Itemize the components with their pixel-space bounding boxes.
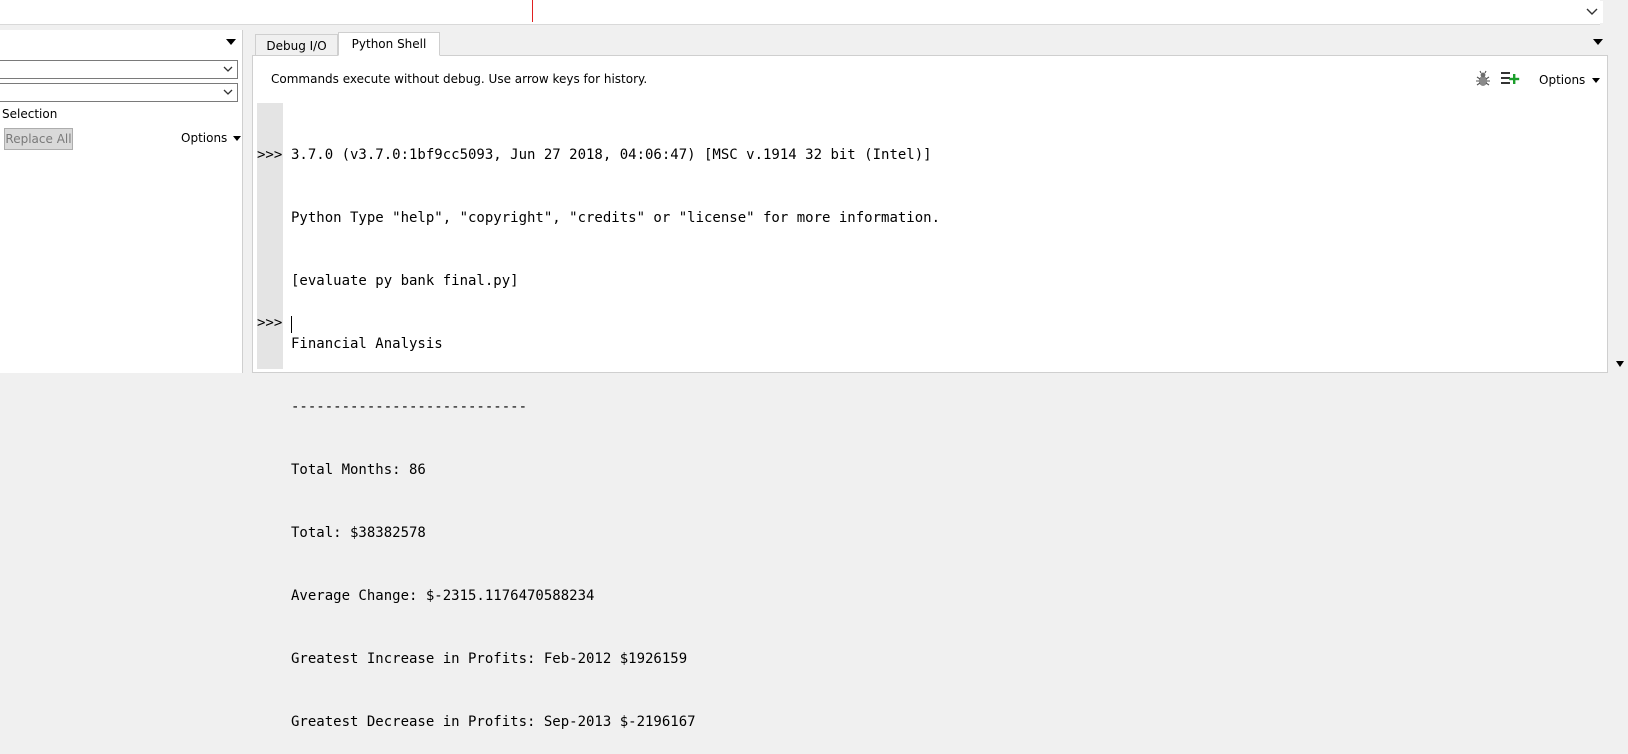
shell-options-button[interactable]: Options [1539, 73, 1601, 87]
tab-label: Python Shell [351, 37, 427, 51]
tab-python-shell[interactable]: Python Shell [338, 32, 440, 56]
search-replace-panel [0, 30, 243, 373]
output-line: Python Type "help", "copyright", "credit… [291, 210, 941, 226]
shell-prompt: >>> [257, 147, 283, 163]
editor-caret [532, 0, 533, 22]
output-line: [evaluate py bank final.py] [291, 273, 519, 289]
triangle-down-icon [1592, 77, 1601, 83]
panel-menu-button[interactable] [224, 36, 238, 48]
output-line: 3.7.0 (v3.7.0:1bf9cc5093, Jun 27 2018, 0… [291, 147, 932, 163]
add-to-list-icon[interactable] [1500, 70, 1520, 88]
output-line: Financial Analysis [291, 336, 443, 352]
replace-combobox[interactable] [0, 83, 238, 102]
search-combobox[interactable] [0, 60, 238, 79]
shell-options-label: Options [1539, 73, 1586, 87]
output-line: Greatest Decrease in Profits: Sep-2013 $… [291, 714, 696, 730]
replace-all-button[interactable]: Replace All [4, 128, 73, 150]
triangle-down-icon [226, 39, 236, 45]
output-line: Total Months: 86 [291, 462, 426, 478]
bug-icon[interactable] [1474, 70, 1492, 88]
chevron-down-icon[interactable] [223, 89, 233, 96]
output-line: Greatest Increase in Profits: Feb-2012 $… [291, 651, 688, 667]
editor-area[interactable] [0, 0, 1600, 25]
selection-checkbox-label[interactable]: Selection [2, 107, 57, 121]
shell-hint-text: Commands execute without debug. Use arro… [271, 72, 648, 86]
tabs-menu-button[interactable] [1591, 36, 1605, 48]
search-options-label: Options [181, 131, 228, 145]
output-line: ---------------------------- [291, 399, 528, 415]
scroll-down-arrow-icon[interactable] [1615, 357, 1625, 367]
search-options-button[interactable]: Options [181, 131, 242, 145]
text-cursor [291, 316, 292, 333]
triangle-down-icon [233, 135, 242, 141]
shell-output[interactable]: 3.7.0 (v3.7.0:1bf9cc5093, Jun 27 2018, 0… [291, 103, 940, 754]
chevron-down-icon [1586, 8, 1598, 16]
tab-debug-io[interactable]: Debug I/O [255, 34, 338, 56]
tab-label: Debug I/O [266, 38, 327, 53]
chevron-down-icon[interactable] [223, 66, 233, 73]
editor-dropdown-button[interactable] [1581, 1, 1603, 23]
shell-prompt: >>> [257, 315, 283, 331]
triangle-down-icon [1593, 39, 1603, 45]
output-line: Average Change: $-2315.1176470588234 [291, 588, 595, 604]
output-line: Total: $38382578 [291, 525, 426, 541]
